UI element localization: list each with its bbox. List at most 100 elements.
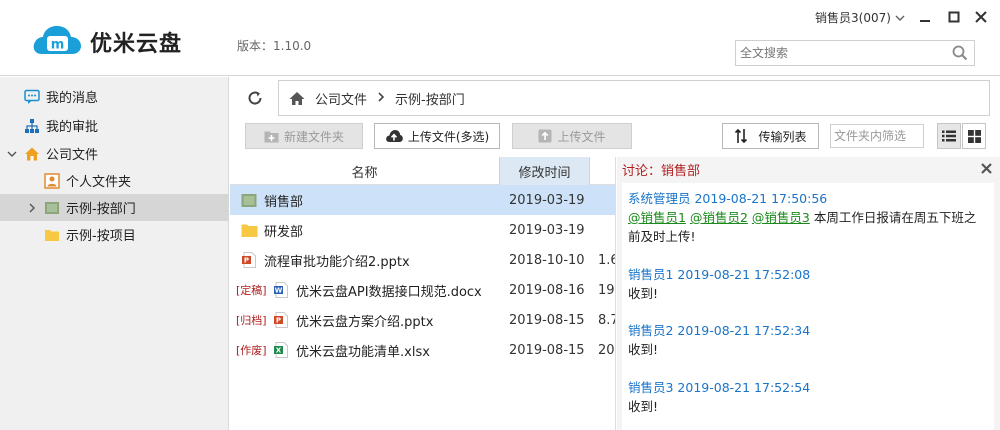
- discussion-message: 系统管理员 2019-08-21 17:50:56 @销售员1 @销售员2 @销…: [628, 189, 988, 246]
- mention-link[interactable]: @销售员1: [628, 210, 686, 225]
- file-row[interactable]: [定稿] W 优米云盘API数据接口规范.docx 2019-08-16 19: [230, 275, 615, 305]
- chevron-right-icon: [377, 91, 385, 106]
- discussion-title: 讨论：销售部: [622, 163, 701, 179]
- sidebar-item-label: 示例-按部门: [66, 202, 136, 217]
- xlsx-file-icon: X: [272, 341, 290, 359]
- search-input[interactable]: [736, 41, 946, 65]
- file-row[interactable]: [归档] P 优米云盘方案介绍.pptx 2019-08-15 8.7: [230, 305, 615, 335]
- user-menu[interactable]: 销售员3(007): [815, 9, 905, 26]
- breadcrumb-item[interactable]: 公司文件: [315, 89, 367, 108]
- file-tag: [作废]: [236, 344, 267, 357]
- file-name: 流程审批功能介绍2.pptx: [264, 254, 410, 270]
- message-body: 收到!: [628, 342, 659, 357]
- message-body: 收到!: [628, 399, 659, 414]
- message-text: @销售员1 @销售员2 @销售员3 本周工作日报请在周五下班之前及时上传!: [628, 208, 988, 246]
- sidebar-item-label: 个人文件夹: [66, 175, 132, 190]
- pptx-file-icon: P: [272, 311, 290, 329]
- file-date: 2019-08-16: [509, 282, 585, 298]
- folder-plus-icon: [264, 130, 279, 143]
- folder-icon: [240, 221, 258, 239]
- svg-text:P: P: [275, 317, 280, 325]
- sidebar-item-personal-folder[interactable]: 个人文件夹: [0, 167, 229, 194]
- minimize-button[interactable]: [914, 6, 936, 28]
- home-folder-icon: [24, 146, 40, 162]
- upload-file-button[interactable]: 上传文件: [512, 123, 632, 149]
- button-label: 上传文件(多选): [407, 129, 490, 144]
- button-label: 传输列表: [758, 129, 807, 144]
- home-icon[interactable]: [289, 91, 305, 106]
- maximize-button[interactable]: [943, 6, 965, 28]
- breadcrumb-item[interactable]: 示例-按部门: [395, 89, 465, 108]
- sidebar-item-by-department[interactable]: 示例-按部门: [0, 194, 229, 221]
- app-logo-icon: m: [33, 26, 81, 54]
- file-tag: [归档]: [236, 314, 267, 327]
- list-icon: [942, 130, 956, 142]
- sidebar-item-company-files[interactable]: 公司文件: [0, 140, 229, 167]
- file-size: 1.6: [598, 252, 615, 268]
- file-tag: [定稿]: [236, 284, 267, 297]
- sidebar-item-label: 我的审批: [46, 120, 99, 135]
- filter-input[interactable]: [831, 125, 921, 147]
- sidebar-item-by-project[interactable]: 示例-按项目: [0, 221, 229, 248]
- file-row[interactable]: [作废] X 优米云盘功能清单.xlsx 2019-08-15 20.: [230, 335, 615, 365]
- list-view-button[interactable]: [937, 123, 961, 149]
- svg-text:W: W: [274, 287, 282, 295]
- column-header-name[interactable]: 名称: [230, 157, 499, 185]
- sidebar-item-messages[interactable]: 我的消息: [0, 83, 229, 110]
- grid-view-button[interactable]: [962, 123, 986, 149]
- breadcrumb: 公司文件 示例-按部门: [278, 80, 990, 116]
- message-meta: 销售员2 2019-08-21 17:52:34: [628, 323, 811, 338]
- message-body: 收到!: [628, 286, 659, 301]
- discussion-messages: 系统管理员 2019-08-21 17:50:56 @销售员1 @销售员2 @销…: [622, 183, 994, 430]
- chevron-right-icon[interactable]: [26, 203, 38, 213]
- close-button[interactable]: [970, 6, 992, 28]
- sidebar-item-label: 公司文件: [46, 148, 99, 163]
- file-size: 19: [598, 282, 615, 298]
- folder-filter: [830, 124, 924, 148]
- sidebar-item-approvals[interactable]: 我的审批: [0, 112, 229, 139]
- new-folder-button[interactable]: 新建文件夹: [245, 123, 363, 149]
- svg-text:P: P: [243, 257, 248, 265]
- message-icon: [24, 89, 40, 105]
- message-meta: 系统管理员 2019-08-21 17:50:56: [628, 191, 828, 206]
- file-name: 优米云盘方案介绍.pptx: [296, 314, 434, 330]
- docx-file-icon: W: [272, 281, 290, 299]
- version-label: 版本：1.10.0: [237, 39, 312, 53]
- file-size: 8.7: [598, 312, 615, 328]
- refresh-button[interactable]: [244, 87, 266, 109]
- main-panel: 公司文件 示例-按部门 新建文件夹 上传文件(多选) 上传文件 传输列表 文件夹…: [230, 77, 1000, 430]
- file-row[interactable]: P 流程审批功能介绍2.pptx 2018-10-10 1.6: [230, 245, 615, 275]
- fulltext-search: [735, 40, 975, 66]
- transfer-arrows-icon: [734, 128, 748, 144]
- discussion-panel: 讨论：销售部 系统管理员 2019-08-21 17:50:56 @销售员1 @…: [617, 157, 1000, 430]
- file-row[interactable]: 销售部 2019-03-19: [230, 185, 615, 215]
- file-name: 研发部: [264, 224, 304, 240]
- svg-text:X: X: [275, 347, 281, 355]
- user-folder-icon: [44, 172, 60, 189]
- sidebar: 我的消息 我的审批 公司文件 个人文件夹 示例-按部门 示例-按项目: [0, 77, 229, 430]
- upload-multi-button[interactable]: 上传文件(多选): [374, 123, 500, 149]
- file-date: 2019-08-15: [509, 342, 585, 358]
- mention-link[interactable]: @销售员2: [690, 210, 748, 225]
- chevron-down-icon: [895, 11, 905, 25]
- file-name: 销售部: [264, 194, 304, 210]
- transfer-list-button[interactable]: 传输列表: [722, 123, 819, 149]
- file-date: 2019-08-15: [509, 312, 585, 328]
- file-date: 2019-03-19: [509, 222, 585, 238]
- file-row[interactable]: 研发部 2019-03-19: [230, 215, 615, 245]
- org-chart-icon: [24, 118, 40, 134]
- mention-link[interactable]: @销售员3: [752, 210, 810, 225]
- group-folder-icon: [44, 200, 60, 216]
- close-icon[interactable]: [978, 160, 994, 176]
- chevron-down-icon[interactable]: [6, 150, 18, 158]
- search-icon[interactable]: [952, 45, 968, 65]
- group-folder-icon: [240, 191, 258, 209]
- cloud-upload-icon: [385, 129, 403, 143]
- file-date: 2019-03-19: [509, 192, 585, 208]
- discussion-message: 销售员3 2019-08-21 17:52:54 收到!: [628, 378, 988, 416]
- file-upload-icon: [538, 129, 552, 143]
- button-label: 上传文件: [557, 129, 606, 144]
- file-size: 20.: [598, 342, 615, 358]
- refresh-icon: [248, 91, 262, 105]
- column-header-modified[interactable]: 修改时间: [499, 157, 590, 185]
